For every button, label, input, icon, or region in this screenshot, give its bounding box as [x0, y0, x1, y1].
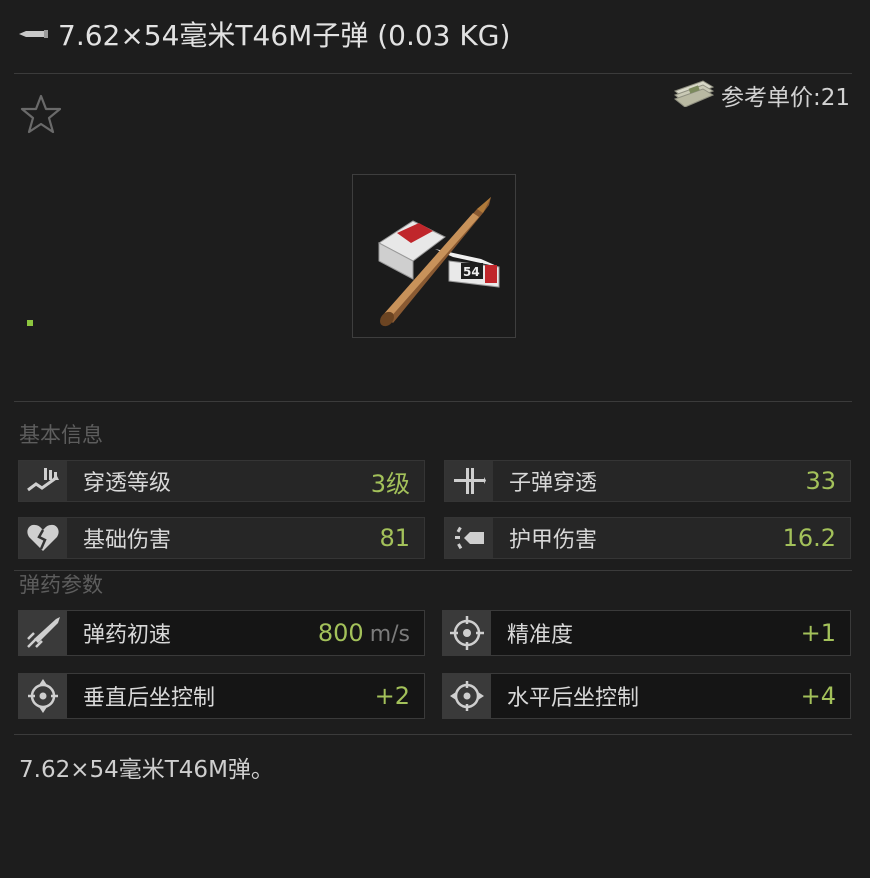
stat-value-wrap: 800 m/s [318, 619, 410, 647]
stat-accuracy: 精准度 +1 [442, 610, 851, 656]
stat-horizontal-recoil: 水平后坐控制 +4 [442, 673, 851, 719]
item-description: 7.62×54毫米T46M弹。 [19, 757, 274, 783]
stat-label: 垂直后坐控制 [83, 686, 216, 711]
armor-damage-icon [445, 518, 493, 558]
stat-base-damage: 基础伤害 81 [18, 517, 425, 559]
stat-armor-damage: 护甲伤害 16.2 [444, 517, 851, 559]
stat-penetration-level: 穿透等级 3级 [18, 460, 425, 502]
item-title-bar: 7.62×54毫米T46M子弹 (0.03 KG) [18, 14, 510, 54]
stat-value: +1 [800, 619, 836, 647]
crosshair-icon [443, 611, 491, 655]
money-stack-icon [673, 77, 715, 113]
section-divider [14, 734, 852, 735]
stat-muzzle-velocity: 弹药初速 800 m/s [18, 610, 425, 656]
item-image: 54 [352, 174, 516, 338]
section-divider [14, 570, 852, 571]
stat-label: 护甲伤害 [509, 528, 598, 553]
stat-label: 水平后坐控制 [507, 686, 640, 711]
section-label-basic: 基本信息 [19, 423, 103, 447]
bullet-icon [18, 27, 50, 41]
section-label-ammo: 弹药参数 [19, 573, 103, 597]
section-divider [14, 401, 852, 402]
stat-label: 基础伤害 [83, 528, 172, 553]
bullet-penetration-icon [445, 461, 493, 501]
stat-value: 3级 [370, 469, 410, 498]
stat-value: 800 [317, 619, 364, 647]
item-title: 7.62×54毫米T46M子弹 (0.03 KG) [58, 19, 511, 52]
penetration-level-icon [19, 461, 67, 501]
reference-price-label: 参考单价:21 [720, 85, 850, 111]
vertical-recoil-icon [19, 674, 67, 718]
ammo-box-with-round-icon: 54 [378, 197, 500, 327]
box-label: 54 [463, 265, 480, 279]
stat-label: 穿透等级 [83, 471, 172, 496]
stat-value: +4 [800, 682, 836, 710]
stat-label: 精准度 [507, 623, 574, 648]
title-divider [14, 73, 852, 74]
broken-heart-icon [19, 518, 67, 558]
status-indicator [27, 320, 33, 326]
reference-price: 参考单价:21 [673, 79, 850, 111]
stat-value: 16.2 [782, 524, 836, 552]
stat-value: +2 [374, 682, 410, 710]
stat-label: 子弹穿透 [509, 471, 598, 496]
stat-value: 33 [805, 467, 836, 495]
stat-value: 81 [379, 524, 410, 552]
star-outline-icon[interactable] [20, 94, 62, 138]
horizontal-recoil-icon [443, 674, 491, 718]
stat-bullet-penetration: 子弹穿透 33 [444, 460, 851, 502]
stat-unit: m/s [369, 622, 410, 647]
stat-vertical-recoil: 垂直后坐控制 +2 [18, 673, 425, 719]
stat-label: 弹药初速 [83, 623, 172, 648]
velocity-icon [19, 611, 67, 655]
